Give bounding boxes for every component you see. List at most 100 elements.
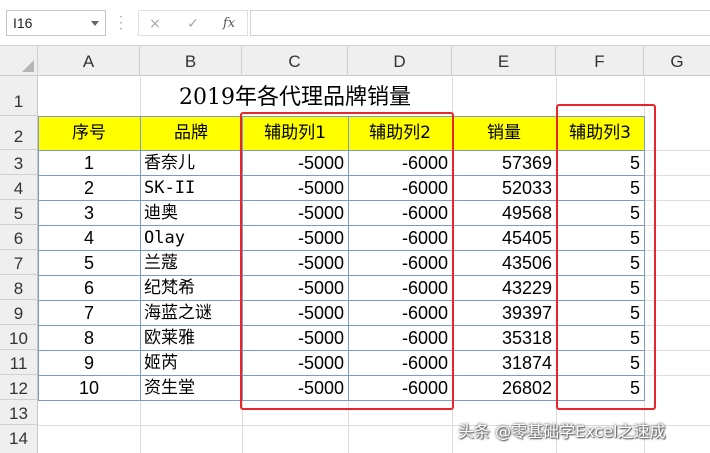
header-cell-aux2[interactable]: 辅助列2 xyxy=(348,116,452,150)
cell-sales[interactable]: 43229 xyxy=(452,275,556,300)
insert-function-icon[interactable]: fx xyxy=(219,14,239,34)
cell-aux1[interactable]: -5000 xyxy=(242,325,348,350)
cell-index[interactable]: 4 xyxy=(38,225,140,250)
column-header-f[interactable]: F xyxy=(556,46,644,76)
cell-aux2[interactable]: -6000 xyxy=(348,225,452,250)
table-border-vertical xyxy=(644,116,645,401)
cell-index[interactable]: 3 xyxy=(38,200,140,225)
cell-index[interactable]: 8 xyxy=(38,325,140,350)
cell-aux3[interactable]: 5 xyxy=(556,225,644,250)
column-header-a[interactable]: A xyxy=(38,46,140,76)
cell-brand[interactable]: Olay xyxy=(140,225,242,250)
cell-aux2[interactable]: -6000 xyxy=(348,275,452,300)
cell-sales[interactable]: 45405 xyxy=(452,225,556,250)
header-cell-sales[interactable]: 销量 xyxy=(452,116,556,150)
row-header-5[interactable]: 5 xyxy=(0,200,38,225)
cell-brand[interactable]: 香奈儿 xyxy=(140,150,242,175)
cell-aux3[interactable]: 5 xyxy=(556,300,644,325)
cell-sales[interactable]: 39397 xyxy=(452,300,556,325)
row-header-10[interactable]: 10 xyxy=(0,325,38,350)
header-cell-aux3[interactable]: 辅助列3 xyxy=(556,116,644,150)
cell-aux1[interactable]: -5000 xyxy=(242,275,348,300)
header-cell-aux1[interactable]: 辅助列1 xyxy=(242,116,348,150)
cell-brand[interactable]: 纪梵希 xyxy=(140,275,242,300)
row-header-12[interactable]: 12 xyxy=(0,375,38,400)
column-header-c[interactable]: C xyxy=(242,46,348,76)
cell-aux3[interactable]: 5 xyxy=(556,250,644,275)
cell-aux3[interactable]: 5 xyxy=(556,200,644,225)
cancel-icon[interactable]: × xyxy=(145,14,165,34)
cell-aux2[interactable]: -6000 xyxy=(348,150,452,175)
cell-sales[interactable]: 49568 xyxy=(452,200,556,225)
cell-aux1[interactable]: -5000 xyxy=(242,175,348,200)
cell-sales[interactable]: 43506 xyxy=(452,250,556,275)
cell-brand[interactable]: 姬芮 xyxy=(140,350,242,375)
row-header-3[interactable]: 3 xyxy=(0,150,38,175)
cell-aux2[interactable]: -6000 xyxy=(348,325,452,350)
cell-aux3[interactable]: 5 xyxy=(556,325,644,350)
formula-input[interactable] xyxy=(250,10,710,36)
cell-index[interactable]: 5 xyxy=(38,250,140,275)
cell-brand[interactable]: 迪奥 xyxy=(140,200,242,225)
gridline xyxy=(644,225,710,226)
header-cell-index[interactable]: 序号 xyxy=(38,116,140,150)
cell-aux2[interactable]: -6000 xyxy=(348,250,452,275)
cell-index[interactable]: 9 xyxy=(38,350,140,375)
row-header-6[interactable]: 6 xyxy=(0,225,38,250)
cell-sales[interactable]: 35318 xyxy=(452,325,556,350)
column-header-e[interactable]: E xyxy=(452,46,556,76)
row-header-1[interactable]: 1 xyxy=(0,76,38,116)
cell-sales[interactable]: 52033 xyxy=(452,175,556,200)
cell-brand[interactable]: 资生堂 xyxy=(140,375,242,400)
row-header-7[interactable]: 7 xyxy=(0,250,38,275)
cell-aux2[interactable]: -6000 xyxy=(348,300,452,325)
row-header-4[interactable]: 4 xyxy=(0,175,38,200)
cell-aux1[interactable]: -5000 xyxy=(242,350,348,375)
column-header-g[interactable]: G xyxy=(644,46,710,76)
cell-aux3[interactable]: 5 xyxy=(556,350,644,375)
cell-aux1[interactable]: -5000 xyxy=(242,150,348,175)
cell-aux2[interactable]: -6000 xyxy=(348,375,452,400)
cell-brand[interactable]: 欧莱雅 xyxy=(140,325,242,350)
cell-sales[interactable]: 31874 xyxy=(452,350,556,375)
cell-sales[interactable]: 57369 xyxy=(452,150,556,175)
enter-icon[interactable]: ✓ xyxy=(183,14,203,34)
cell-index[interactable]: 6 xyxy=(38,275,140,300)
select-all-corner[interactable] xyxy=(0,46,38,76)
cell-aux1[interactable]: -5000 xyxy=(242,375,348,400)
cell-brand[interactable]: 兰蔻 xyxy=(140,250,242,275)
row-header-9[interactable]: 9 xyxy=(0,300,38,325)
name-box[interactable]: I16 xyxy=(6,10,106,36)
cell-aux3[interactable]: 5 xyxy=(556,375,644,400)
cell-aux3[interactable]: 5 xyxy=(556,175,644,200)
table-border-horizontal xyxy=(38,300,645,301)
cell-brand[interactable]: 海蓝之谜 xyxy=(140,300,242,325)
header-cell-brand[interactable]: 品牌 xyxy=(140,116,242,150)
row-header-8[interactable]: 8 xyxy=(0,275,38,300)
gridline xyxy=(644,200,710,201)
cell-brand[interactable]: SK-II xyxy=(140,175,242,200)
cell-index[interactable]: 1 xyxy=(38,150,140,175)
cell-aux2[interactable]: -6000 xyxy=(348,200,452,225)
chevron-down-icon[interactable] xyxy=(91,21,99,26)
cell-index[interactable]: 7 xyxy=(38,300,140,325)
row-header-13[interactable]: 13 xyxy=(0,400,38,425)
column-header-b[interactable]: B xyxy=(140,46,242,76)
cell-index[interactable]: 10 xyxy=(38,375,140,400)
cell-aux3[interactable]: 5 xyxy=(556,275,644,300)
row-header-14[interactable]: 14 xyxy=(0,425,38,453)
table-border-horizontal xyxy=(38,325,645,326)
cell-index[interactable]: 2 xyxy=(38,175,140,200)
row-header-11[interactable]: 11 xyxy=(0,350,38,375)
cell-aux2[interactable]: -6000 xyxy=(348,350,452,375)
table-border-horizontal xyxy=(38,175,645,176)
cell-aux1[interactable]: -5000 xyxy=(242,200,348,225)
column-header-d[interactable]: D xyxy=(348,46,452,76)
cell-aux3[interactable]: 5 xyxy=(556,150,644,175)
row-header-2[interactable]: 2 xyxy=(0,116,38,150)
cell-aux1[interactable]: -5000 xyxy=(242,225,348,250)
cell-aux2[interactable]: -6000 xyxy=(348,175,452,200)
cell-aux1[interactable]: -5000 xyxy=(242,300,348,325)
cell-sales[interactable]: 26802 xyxy=(452,375,556,400)
cell-aux1[interactable]: -5000 xyxy=(242,250,348,275)
